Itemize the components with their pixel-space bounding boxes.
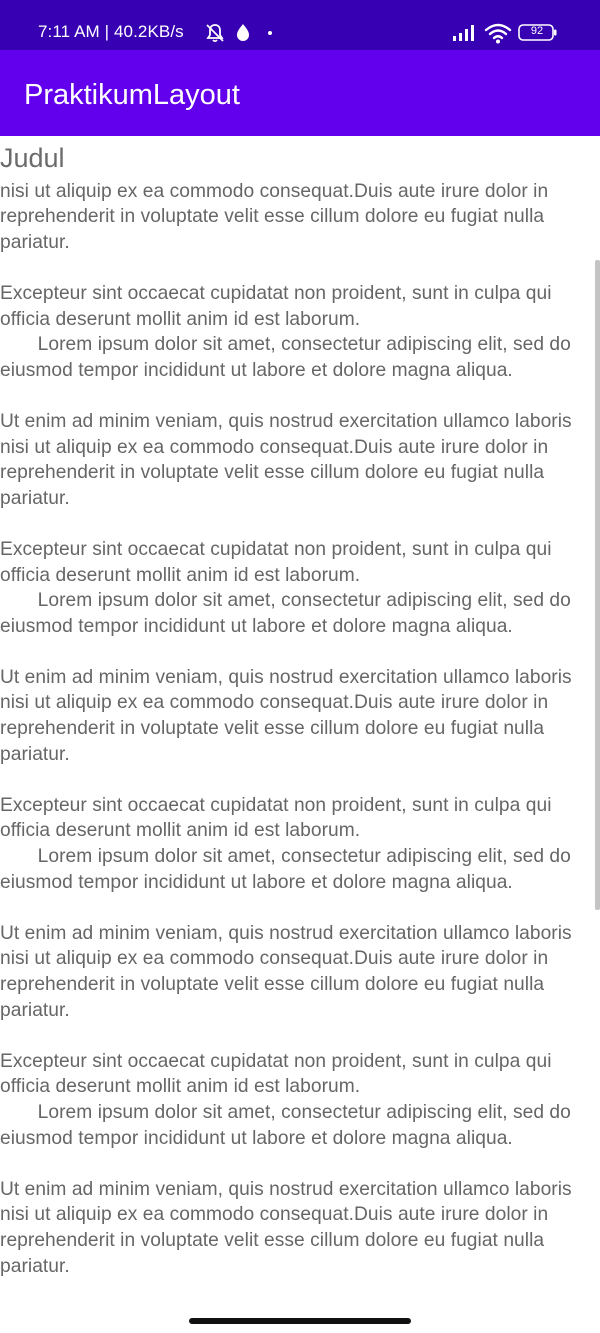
wifi-icon [484, 23, 512, 44]
home-indicator[interactable] [189, 1318, 411, 1324]
paragraph-ut-enim: Ut enim ad minim veniam, quis nostrud ex… [0, 410, 578, 509]
scrollbar[interactable] [595, 260, 600, 910]
paragraph-ut-enim: Ut enim ad minim veniam, quis nostrud ex… [0, 666, 578, 765]
paragraph-excepteur: Excepteur sint occaecat cupidatat non pr… [0, 794, 557, 842]
app-title: PraktikumLayout [24, 79, 240, 111]
bell-off-icon [206, 24, 224, 43]
paragraph-excepteur: Excepteur sint occaecat cupidatat non pr… [0, 538, 557, 586]
paragraph-ut-enim: Ut enim ad minim veniam, quis nostrud ex… [0, 180, 549, 253]
paragraph-lorem-text: Lorem ipsum dolor sit amet, consectetur … [0, 334, 577, 381]
paragraph-ut-enim: Ut enim ad minim veniam, quis nostrud ex… [0, 1178, 578, 1277]
paragraph-lorem: Lorem ipsum dolor sit amet, consectetur … [0, 1100, 600, 1151]
scroll-content: Ut enim ad minim veniam, quis nostrud ex… [0, 176, 600, 1279]
signal-icon [453, 25, 474, 41]
paragraph-lorem: Lorem ipsum dolor sit amet, consectetur … [0, 588, 600, 639]
status-bar: 7:11 AM | 40.2KB/s 92 [0, 0, 600, 50]
drop-icon [237, 24, 249, 41]
paragraph-ut-enim: Ut enim ad minim veniam, quis nostrud ex… [0, 922, 578, 1021]
notification-dot-icon [268, 31, 272, 35]
paragraph-lorem-text: Lorem ipsum dolor sit amet, consectetur … [0, 846, 577, 893]
paragraph-lorem-text: Lorem ipsum dolor sit amet, consectetur … [0, 1101, 577, 1149]
paragraph-lorem-text: Lorem ipsum dolor sit amet, consectetur … [0, 590, 577, 637]
battery-level: 92 [530, 25, 544, 37]
page-heading: Judul [0, 142, 71, 174]
scroll-view[interactable]: Ut enim ad minim veniam, quis nostrud ex… [0, 176, 600, 1308]
paragraph-excepteur: Excepteur sint occaecat cupidatat non pr… [0, 282, 557, 330]
status-time-speed: 7:11 AM | 40.2KB/s [38, 22, 184, 41]
paragraph-lorem: Lorem ipsum dolor sit amet, consectetur … [0, 332, 600, 383]
paragraph-lorem: Lorem ipsum dolor sit amet, consectetur … [0, 844, 600, 895]
paragraph-excepteur: Excepteur sint occaecat cupidatat non pr… [0, 1050, 557, 1098]
